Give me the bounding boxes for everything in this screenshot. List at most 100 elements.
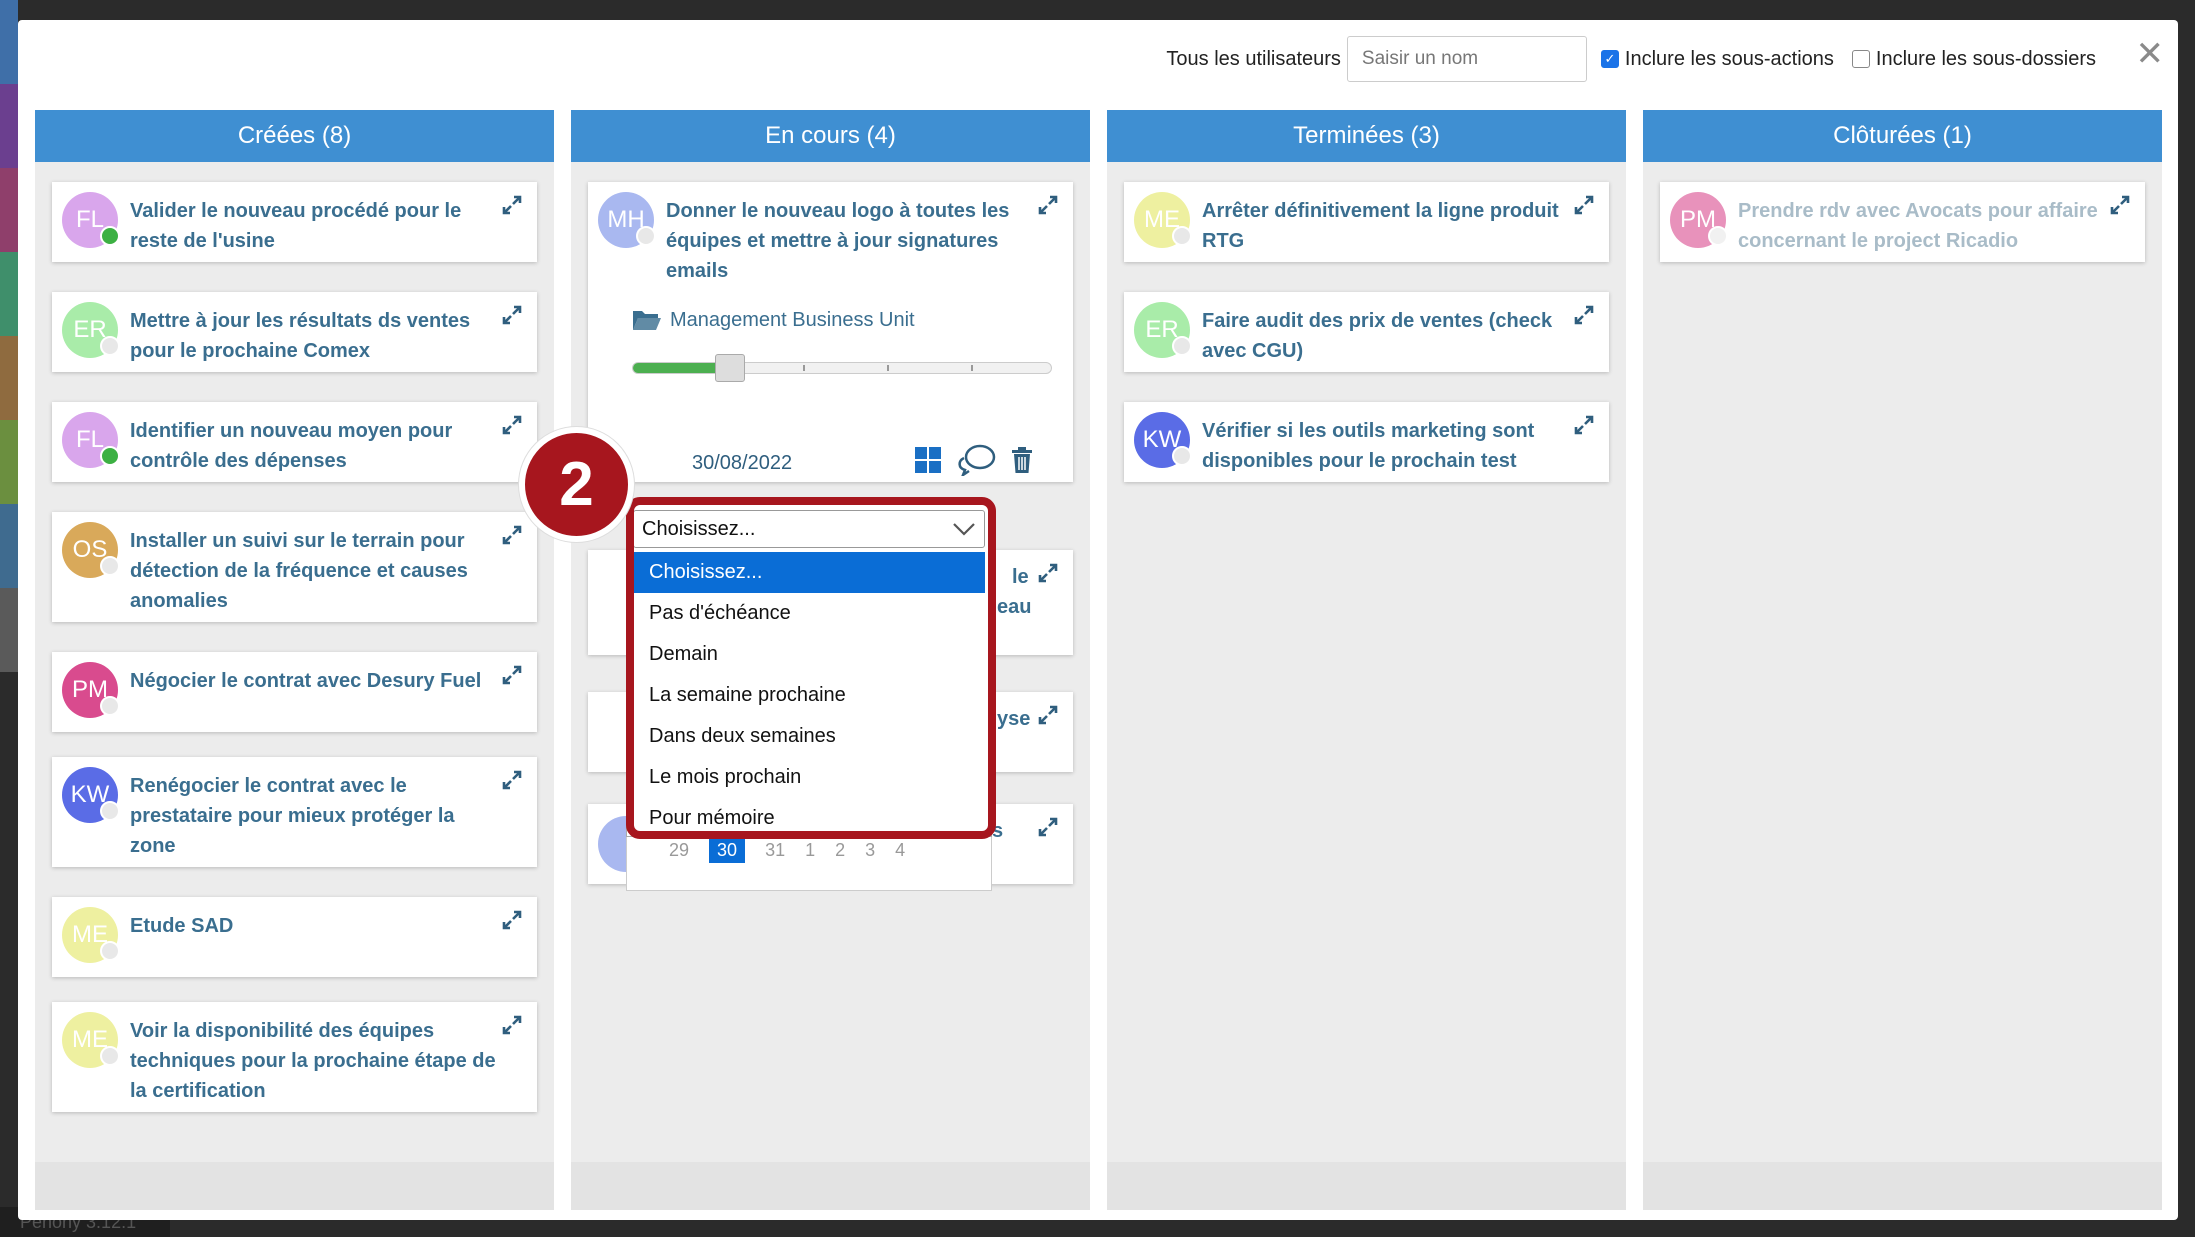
status-dot <box>100 1046 120 1066</box>
include-subactions-checkbox[interactable]: ✓ <box>1600 50 1619 68</box>
expand-icon[interactable] <box>1037 704 1059 726</box>
calendar-day[interactable]: 1 <box>805 837 815 863</box>
avatar: PM <box>62 662 120 718</box>
task-card[interactable]: OS Installer un suivi sur le terrain pour… <box>52 512 537 622</box>
folder-line: Management Business Unit <box>632 308 915 332</box>
include-subfolders-checkbox[interactable] <box>1851 50 1870 68</box>
avatar: ME <box>1134 192 1192 248</box>
status-dot <box>100 696 120 716</box>
grid-icon[interactable] <box>914 446 942 474</box>
column-footer <box>35 1162 554 1210</box>
status-dot <box>100 446 120 466</box>
task-card[interactable]: PM Prendre rdv avec Avocats pour affaire … <box>1660 182 2145 262</box>
status-dot <box>1708 226 1728 246</box>
task-card[interactable]: ME Voir la disponibilité des équipes tech… <box>52 1002 537 1112</box>
status-dot <box>1172 446 1192 466</box>
task-card[interactable]: ME Arrêter définitivement la ligne produi… <box>1124 182 1609 262</box>
expand-icon[interactable] <box>501 194 523 216</box>
task-title[interactable]: Renégocier le contrat avec le prestatair… <box>130 771 505 861</box>
status-dot <box>100 336 120 356</box>
status-dot <box>100 226 120 246</box>
calendar-day[interactable]: 30 <box>709 837 746 863</box>
slider-tick <box>887 365 889 371</box>
task-title[interactable]: Négocier le contrat avec Desury Fuel <box>130 666 505 696</box>
avatar: KW <box>1134 412 1192 468</box>
task-title[interactable]: Faire audit des prix de ventes (check av… <box>1202 306 1577 366</box>
include-subfolders-label: Inclure les sous-dossiers <box>1875 47 2096 70</box>
expand-icon[interactable] <box>1037 562 1059 584</box>
task-title[interactable]: Vérifier si les outils marketing sont di… <box>1202 416 1577 476</box>
status-dot <box>100 556 120 576</box>
avatar-initials: FL <box>75 426 104 453</box>
expand-icon[interactable] <box>501 909 523 931</box>
all-users-label: Tous les utilisateurs <box>1166 47 1341 70</box>
expand-icon[interactable] <box>501 769 523 791</box>
column-footer <box>1643 1162 2162 1210</box>
task-card[interactable]: ER Faire audit des prix de ventes (check … <box>1124 292 1609 372</box>
step-badge: 2 <box>519 427 634 542</box>
status-dot <box>100 941 120 961</box>
include-subactions-label: Inclure les sous-actions <box>1624 47 1834 70</box>
task-title[interactable]: Voir la disponibilité des équipes techni… <box>130 1016 505 1106</box>
expand-icon[interactable] <box>1037 194 1059 216</box>
card-tools <box>914 444 1034 476</box>
filter-toolbar: Tous les utilisateurs Saisir un nom ✓ In… <box>1166 34 2108 84</box>
column-header: Créées (8) <box>35 110 554 162</box>
status-dot <box>1172 226 1192 246</box>
task-card[interactable]: KW Renégocier le contrat avec le prestata… <box>52 757 537 867</box>
task-card[interactable]: ME Etude SAD <box>52 897 537 977</box>
task-card[interactable]: MH Donner le nouveau logo à toutes les é… <box>588 182 1073 482</box>
column-header: En cours (4) <box>571 110 1090 162</box>
expand-icon[interactable] <box>2109 194 2131 216</box>
slider-handle[interactable] <box>714 354 745 382</box>
task-title-fragment: yse <box>997 708 1031 730</box>
expand-icon[interactable] <box>1573 194 1595 216</box>
avatar: FL <box>62 192 120 248</box>
task-title[interactable]: Donner le nouveau logo à toutes les équi… <box>666 196 1041 286</box>
task-card[interactable]: FL Valider le nouveau procédé pour le res… <box>52 182 537 262</box>
progress-slider[interactable] <box>632 354 1052 382</box>
expand-icon[interactable] <box>501 414 523 436</box>
calendar-day[interactable]: 29 <box>669 837 689 863</box>
task-title[interactable]: Mettre à jour les résultats ds ventes po… <box>130 306 505 366</box>
status-dot <box>636 226 656 246</box>
task-card[interactable]: PM Négocier le contrat avec Desury Fuel <box>52 652 537 732</box>
calendar-day[interactable]: 31 <box>765 837 785 863</box>
expand-icon[interactable] <box>501 304 523 326</box>
close-icon[interactable]: ✕ <box>2136 34 2165 74</box>
column-created: Créées (8) FL Valider le nouveau procédé … <box>35 110 554 1210</box>
task-card[interactable]: KW Vérifier si les outils marketing sont … <box>1124 402 1609 482</box>
due-date[interactable]: 30/08/2022 <box>692 452 792 475</box>
expand-icon[interactable] <box>501 664 523 686</box>
status-dot <box>1172 336 1192 356</box>
column-closed: Clôturées (1) PM Prendre rdv avec Avocats… <box>1643 110 2162 1210</box>
avatar: FL <box>62 412 120 468</box>
task-title[interactable]: Valider le nouveau procédé pour le reste… <box>130 196 505 256</box>
expand-icon[interactable] <box>501 524 523 546</box>
user-name-input[interactable]: Saisir un nom <box>1346 36 1587 82</box>
comments-icon[interactable] <box>956 444 996 476</box>
calendar-row: 29 30 31 1 2 3 4 <box>626 837 992 891</box>
kanban-modal: Tous les utilisateurs Saisir un nom ✓ In… <box>18 20 2178 1220</box>
task-title[interactable]: Arrêter définitivement la ligne produit … <box>1202 196 1577 256</box>
task-title[interactable]: Identifier un nouveau moyen pour contrôl… <box>130 416 505 476</box>
tutorial-highlight-frame <box>626 497 996 839</box>
calendar-day[interactable]: 3 <box>865 837 875 863</box>
calendar-day[interactable]: 2 <box>835 837 845 863</box>
include-subactions-option[interactable]: ✓ Inclure les sous-actions <box>1600 47 1834 71</box>
task-card[interactable]: ER Mettre à jour les résultats ds ventes … <box>52 292 537 372</box>
expand-icon[interactable] <box>1573 414 1595 436</box>
trash-icon[interactable] <box>1010 446 1034 474</box>
calendar-day[interactable]: 4 <box>895 837 905 863</box>
task-title[interactable]: Prendre rdv avec Avocats pour affaire co… <box>1738 196 2113 256</box>
task-title[interactable]: Installer un suivi sur le terrain pour d… <box>130 526 505 616</box>
avatar: OS <box>62 522 120 578</box>
expand-icon[interactable] <box>1573 304 1595 326</box>
task-card[interactable]: FL Identifier un nouveau moyen pour contr… <box>52 402 537 482</box>
task-title[interactable]: Etude SAD <box>130 911 505 941</box>
include-subfolders-option[interactable]: Inclure les sous-dossiers <box>1851 47 2096 71</box>
avatar: ER <box>1134 302 1192 358</box>
avatar: MH <box>598 192 656 248</box>
expand-icon[interactable] <box>501 1014 523 1036</box>
expand-icon[interactable] <box>1037 816 1059 838</box>
